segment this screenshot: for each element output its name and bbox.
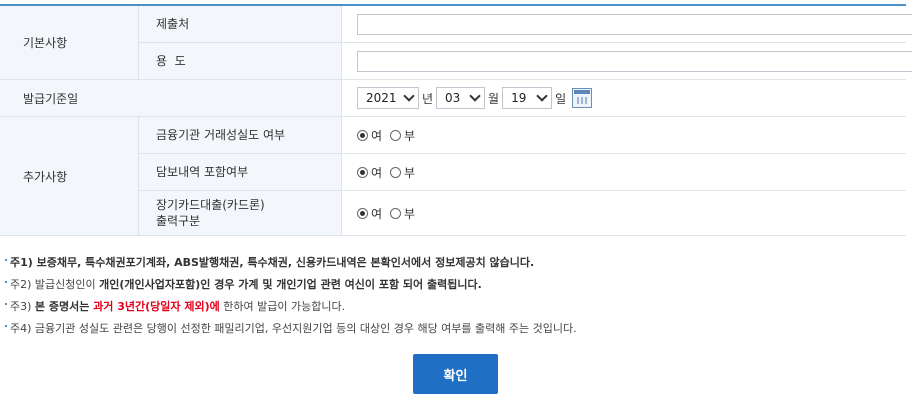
note-2-emphasis: 개인(개인사업자포함)인 경우 가계 및 개인기업 관련 여신이 포함 되어 출… [99,278,482,291]
year-value: 2021 [366,91,397,105]
radio-no-label: 부 [404,128,416,143]
bullet-icon [5,325,7,327]
bullet-icon [5,303,7,305]
year-select[interactable]: 2021 [357,87,419,109]
radio-yes[interactable] [357,207,368,219]
purpose-label: 용 도 [138,42,342,80]
radio-yes-label: 여 [371,165,383,180]
basic-section-header: 기본사항 [0,5,139,80]
note-3-suffix: 한하여 발급이 가능합니다. [219,300,346,313]
note-4-text: 주4) 금융기관 성실도 관련은 당행이 선정한 패밀리기업, 우선지원기업 등… [10,322,577,335]
note-1: 주1) 보증채무, 특수채권포기계좌, ABS발행채권, 특수채권, 신용카드내… [5,252,577,274]
radio-no-label: 부 [404,165,416,180]
bullet-icon [5,281,7,283]
radio-no[interactable] [390,207,402,219]
confirm-button[interactable]: 확인 [413,354,498,394]
day-unit: 일 [555,91,567,106]
month-select[interactable]: 03 [436,87,486,109]
day-value: 19 [511,91,527,105]
card-loan-label-line2: 출력구분 [156,214,201,228]
note-3-prefix: 주3) [10,300,35,313]
calendar-icon[interactable] [572,88,593,108]
radio-yes-label: 여 [371,206,383,221]
submit-to-label: 제출처 [138,5,342,43]
notes-list: 주1) 보증채무, 특수채권포기계좌, ABS발행채권, 특수채권, 신용카드내… [5,252,577,340]
month-value: 03 [445,91,461,105]
year-unit: 년 [422,91,434,106]
collateral-radio-group: 여 부 [357,164,906,181]
month-unit: 월 [488,91,500,106]
chevron-down-icon [403,90,415,102]
card-loan-label-line1: 장기카드대출(카드론) [156,198,265,212]
radio-yes[interactable] [357,129,368,141]
collateral-label: 담보내역 포함여부 [138,153,342,191]
card-loan-label: 장기카드대출(카드론) 출력구분 [138,190,342,236]
chevron-down-icon [536,90,548,102]
certificate-form: 기본사항 제출처 용 도 발급기준일 2021 년 03 월 19 일 추가사항 금융기관… [0,4,912,236]
card-loan-radio-group: 여 부 [357,205,906,222]
note-3: 주3) 본 증명서는 과거 3년간(당일자 제외)에 한하여 발급이 가능합니다… [5,296,577,318]
note-4: 주4) 금융기관 성실도 관련은 당행이 선정한 패밀리기업, 우선지원기업 등… [5,318,577,340]
note-3-highlight: 과거 3년간(당일자 제외)에 [93,300,220,313]
radio-no[interactable] [390,166,402,178]
radio-no[interactable] [390,129,402,141]
chevron-down-icon [469,90,481,102]
note-3-emphasis: 본 증명서는 [34,300,94,313]
note-2-prefix: 주2) 발급신청인이 [10,278,100,291]
radio-yes-label: 여 [371,128,383,143]
bullet-icon [5,259,7,261]
radio-no-label: 부 [404,206,416,221]
credit-reliability-label: 금융기관 거래성실도 여부 [138,116,342,154]
purpose-input[interactable] [357,50,912,72]
day-select[interactable]: 19 [502,87,553,109]
extra-section-header: 추가사항 [0,116,139,236]
submit-to-input[interactable] [357,13,912,35]
note-2: 주2) 발급신청인이 개인(개인사업자포함)인 경우 가계 및 개인기업 관련 … [5,274,577,296]
note-1-text: 주1) 보증채무, 특수채권포기계좌, ABS발행채권, 특수채권, 신용카드내… [10,256,535,269]
radio-yes[interactable] [357,166,368,178]
issue-date-header: 발급기준일 [0,79,342,117]
credit-reliability-radio-group: 여 부 [357,127,906,144]
